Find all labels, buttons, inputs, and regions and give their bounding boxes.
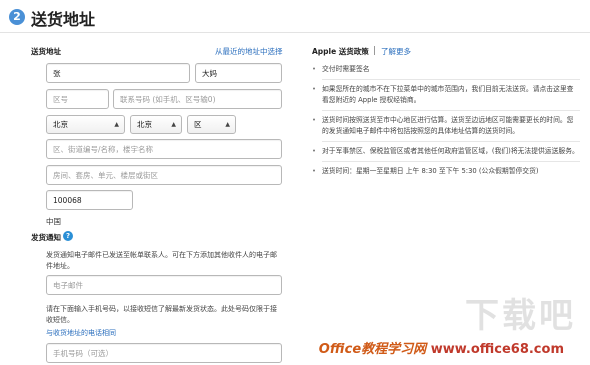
watermark-site-name: Office教程学习网	[318, 342, 427, 357]
policy-separator	[374, 46, 375, 55]
mobile-field[interactable]: 手机号码（可选）	[46, 343, 282, 363]
policy-item: 交付时需要签名	[312, 64, 580, 75]
policy-item: 送货时间：星期一至星期日 上午 8:30 至下午 5:30 (公众假期暂停交货)	[312, 166, 580, 177]
room-field[interactable]: 房间、套房、单元、楼层或街区	[46, 165, 282, 185]
same-phone-link[interactable]: 与收货地址的电话相同	[46, 328, 116, 338]
zip-field[interactable]: 100068	[46, 190, 133, 210]
policy-item: 如果您所在的城市不在下拉菜单中的城市范围内，我们目前无法送货。请点击这里查看您附…	[312, 84, 580, 106]
district-select[interactable]: 区 ▲▼	[187, 115, 236, 146]
policy-divider	[322, 110, 580, 111]
email-field[interactable]: 电子邮件	[46, 275, 282, 295]
policy-divider	[322, 141, 580, 142]
province-select[interactable]: 北京 ▲▼	[46, 115, 125, 146]
policy-divider	[322, 79, 580, 80]
learn-more-link[interactable]: 了解更多	[381, 46, 411, 57]
page-title: 送货地址	[31, 10, 96, 29]
step-number-icon: 2	[9, 9, 25, 25]
email-notice-description: 发货通知电子邮件已发送至帐单联系人。可在下方添加其他收件人的电子邮件地址。	[46, 251, 277, 270]
sms-notice-description: 请在下面输入手机号码，以接收短信了解最新发货状态。此处号码仅限于接收短信。	[46, 305, 277, 324]
watermark-url: www.office68.com	[430, 342, 564, 357]
policy-item: 对于军事禁区、保税监管区或者其他任何政府监管区域，(我们)将无法提供运送服务。	[312, 146, 580, 157]
shipping-address-label: 送货地址	[31, 47, 61, 56]
area-code-field[interactable]: 区号	[46, 89, 109, 109]
policy-divider	[322, 161, 580, 162]
help-icon[interactable]: ?	[63, 231, 73, 241]
header-divider	[0, 32, 590, 33]
policy-title: Apple 送货政策	[312, 47, 369, 56]
recent-address-link[interactable]: 从最近的地址中选择	[215, 46, 283, 57]
policy-item: 送货时间按照送货至市中心地区进行估算。送货至边远地区可能需要更长的时间。您的发货…	[312, 115, 580, 137]
shipping-notice-label: 发货通知	[31, 233, 61, 242]
city-select[interactable]: 北京 ▲▼	[130, 115, 182, 146]
country-text: 中国	[46, 217, 61, 226]
first-name-field[interactable]: 张	[46, 63, 190, 83]
watermark-site: Office教程学习网 www.office68.com	[319, 338, 564, 357]
street-field[interactable]: 区、街道编号/名称，楼宇名称	[46, 139, 282, 159]
district-value: 区	[194, 120, 202, 129]
last-name-field[interactable]: 大妈	[195, 63, 282, 83]
policy-list: 交付时需要签名 如果您所在的城市不在下拉菜单中的城市范围内，我们目前无法送货。请…	[312, 64, 580, 177]
watermark-logo: 下载吧	[465, 296, 576, 336]
province-value: 北京	[53, 120, 68, 129]
phone-field[interactable]: 联系号码 (如手机、区号输0)	[113, 89, 282, 109]
city-value: 北京	[137, 120, 152, 129]
